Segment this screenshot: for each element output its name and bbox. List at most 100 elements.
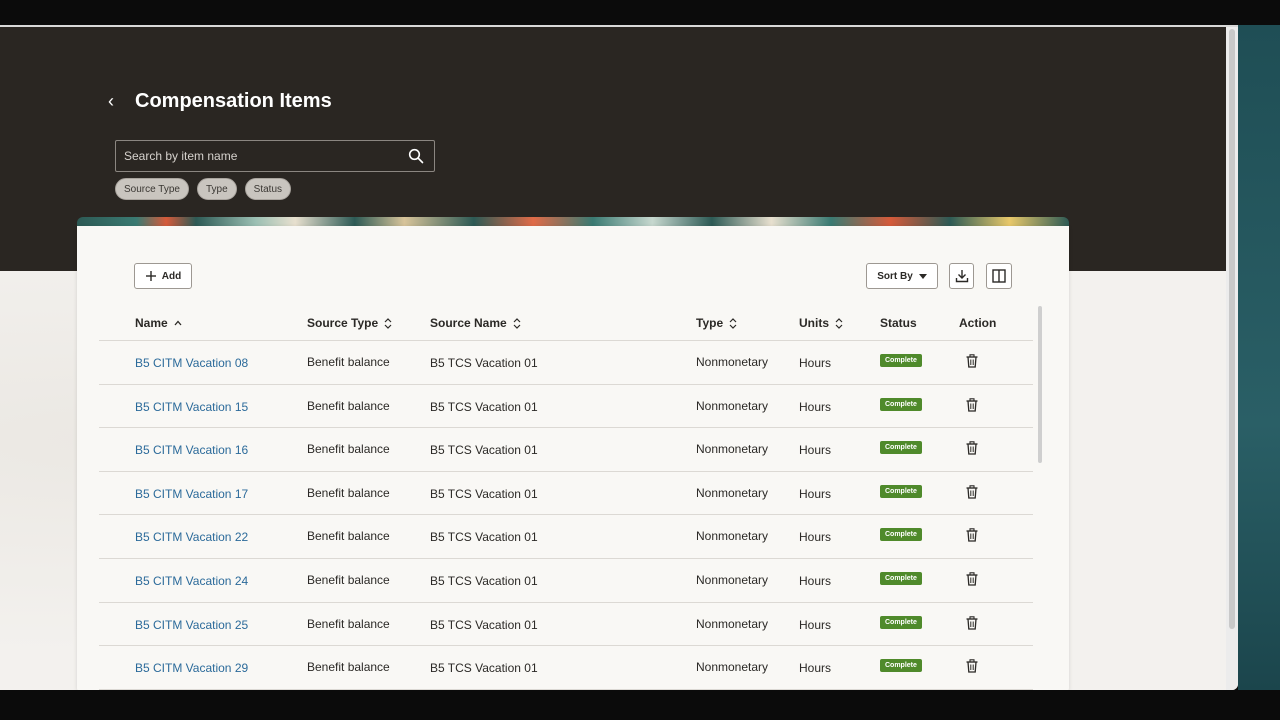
units-cell: Hours [799,486,832,501]
status-badge: Complete [880,354,922,367]
source-name-cell: B5 TCS Vacation 01 [430,617,538,632]
status-badge: Complete [880,615,922,629]
table-row: B5 CITM Vacation 29 Benefit balance B5 T… [99,646,1033,690]
status-badge: Complete [880,528,922,542]
source-name-cell: B5 TCS Vacation 01 [430,356,538,370]
table-row: B5 CITM Vacation 15 Benefit balance B5 T… [99,385,1033,429]
sort-icon [384,317,392,329]
filter-chip-type[interactable]: Type [196,178,237,200]
item-name-link[interactable]: B5 CITM Vacation 16 [135,443,248,457]
source-name-cell: B5 TCS Vacation 01 [430,486,538,501]
source-name-cell: B5 TCS Vacation 01 [430,661,538,676]
column-header-action: Action [959,316,997,330]
table-row: B5 CITM Vacation 08 Benefit balance B5 T… [99,341,1033,385]
status-badge: Complete [880,441,922,455]
source-type-cell: Benefit balance [307,355,390,369]
status-badge: Complete [880,571,922,585]
type-cell: Nonmonetary [696,572,769,587]
sort-by-label: Sort By [877,270,913,282]
trash-icon[interactable] [966,528,978,543]
source-name-cell: B5 TCS Vacation 01 [430,530,538,545]
sort-by-button[interactable]: Sort By [866,263,938,289]
status-badge: Complete [880,659,922,673]
table-row: B5 CITM Vacation 22 Benefit balance B5 T… [99,515,1033,559]
compensation-items-table: Name Source Type Source Name Type Units [99,306,1033,690]
units-cell: Hours [799,356,832,370]
units-cell: Hours [799,443,832,458]
table-row: B5 CITM Vacation 24 Benefit balance B5 T… [99,559,1033,603]
item-name-link[interactable]: B5 CITM Vacation 08 [135,356,248,370]
trash-icon[interactable] [966,397,978,412]
trash-icon[interactable] [966,659,978,673]
sort-icon [729,317,737,329]
item-name-link[interactable]: B5 CITM Vacation 24 [135,574,248,588]
sort-icon [835,317,843,329]
source-type-cell: Benefit balance [307,485,390,500]
item-name-link[interactable]: B5 CITM Vacation 15 [135,400,248,414]
sort-asc-icon [174,320,182,326]
source-name-cell: B5 TCS Vacation 01 [430,443,538,458]
source-type-cell: Benefit balance [307,398,390,413]
search-icon[interactable] [408,148,424,164]
type-cell: Nonmonetary [696,442,769,457]
type-cell: Nonmonetary [696,529,769,544]
caret-down-icon [918,273,927,279]
source-name-cell: B5 TCS Vacation 01 [430,573,538,588]
column-header-source-type[interactable]: Source Type [307,316,392,330]
decorative-banner [77,217,1069,226]
item-name-link[interactable]: B5 CITM Vacation 29 [135,661,248,675]
download-button[interactable] [949,263,974,289]
source-type-cell: Benefit balance [307,572,390,587]
column-header-units[interactable]: Units [799,316,843,330]
back-chevron-icon[interactable]: ‹ [108,91,124,111]
trash-icon[interactable] [966,485,978,499]
table-scrollbar[interactable] [1038,306,1044,686]
source-type-cell: Benefit balance [307,442,390,457]
column-header-status: Status [880,316,917,330]
column-header-source-name[interactable]: Source Name [430,316,521,330]
item-name-link[interactable]: B5 CITM Vacation 17 [135,487,248,501]
status-badge: Complete [880,484,922,498]
trash-icon[interactable] [966,354,978,368]
type-cell: Nonmonetary [696,485,769,500]
window-scrollbar-thumb[interactable] [1229,29,1235,629]
type-cell: Nonmonetary [696,398,769,413]
table-row: B5 CITM Vacation 25 Benefit balance B5 T… [99,603,1033,647]
download-icon [955,270,968,283]
trash-icon[interactable] [966,441,978,455]
status-badge: Complete [880,397,922,411]
type-cell: Nonmonetary [696,355,769,369]
source-type-cell: Benefit balance [307,660,390,675]
table-header: Name Source Type Source Name Type Units [99,306,1033,341]
search-input[interactable] [116,141,401,171]
units-cell: Hours [799,530,832,545]
table-scrollbar-thumb[interactable] [1038,306,1042,463]
sort-icon [513,317,521,329]
table-row: B5 CITM Vacation 17 Benefit balance B5 T… [99,472,1033,516]
table-row: B5 CITM Vacation 16 Benefit balance B5 T… [99,428,1033,472]
filter-chips: Source Type Type Status [115,178,292,200]
column-header-type[interactable]: Type [696,316,737,330]
item-name-link[interactable]: B5 CITM Vacation 25 [135,618,248,632]
type-cell: Nonmonetary [696,616,769,631]
column-header-name[interactable]: Name [135,316,182,330]
source-type-cell: Benefit balance [307,616,390,631]
page-title: Compensation Items [135,90,332,112]
trash-icon[interactable] [966,572,978,586]
add-button-label: Add [161,270,182,282]
units-cell: Hours [799,617,832,632]
type-cell: Nonmonetary [696,660,769,675]
add-button[interactable]: Add [134,263,192,289]
plus-icon [145,271,156,281]
units-cell: Hours [799,399,832,414]
window-scrollbar[interactable] [1226,27,1238,690]
source-name-cell: B5 TCS Vacation 01 [430,399,538,414]
filter-chip-status[interactable]: Status [244,178,292,200]
columns-icon [992,269,1006,283]
item-name-link[interactable]: B5 CITM Vacation 22 [135,530,248,544]
filter-chip-source-type[interactable]: Source Type [115,178,189,200]
columns-button[interactable] [986,263,1012,289]
desktop-background [1238,25,1280,690]
units-cell: Hours [799,661,832,676]
trash-icon[interactable] [966,615,978,630]
